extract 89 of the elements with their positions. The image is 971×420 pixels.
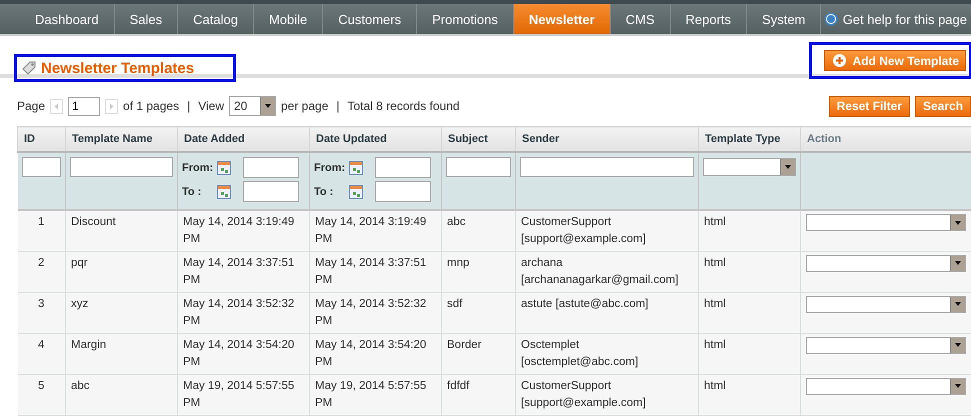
column-header[interactable]: Template Name [66, 126, 178, 152]
nav-tab[interactable]: Mobile [254, 4, 324, 34]
action-select[interactable] [806, 378, 966, 394]
pager-label: Page [17, 99, 46, 113]
table-cell: abc [442, 210, 516, 251]
table-cell: 3 [18, 292, 66, 333]
table-cell: CustomerSupport [support@example.com] [516, 210, 698, 251]
nav-tab[interactable]: Catalog [178, 4, 254, 34]
filter-field[interactable] [70, 157, 173, 177]
column-header[interactable]: Date Added [178, 126, 310, 152]
table-cell: fdfdf [442, 374, 516, 415]
page-title: Newsletter Templates [41, 60, 194, 76]
calendar-icon[interactable] [349, 160, 363, 174]
table-cell: 1 [18, 210, 66, 251]
date-label: To : [314, 186, 334, 198]
calendar-icon[interactable] [349, 184, 363, 198]
table-cell: html [698, 210, 800, 251]
nav-tab[interactable]: Newsletter [514, 4, 611, 34]
column-header: Action [800, 126, 971, 152]
filter-field[interactable] [446, 157, 511, 177]
nav-tab[interactable]: System [747, 4, 822, 34]
table-cell: xyz [66, 292, 178, 333]
table-cell: 4 [18, 333, 66, 374]
table-cell: Osctemplet [osctemplet@abc.com] [516, 333, 698, 374]
date-label: To : [182, 186, 202, 198]
table-cell: html [698, 333, 800, 374]
date-label: From: [314, 162, 346, 174]
nav-tab[interactable]: Sales [114, 4, 178, 34]
table-cell: astute [astute@abc.com] [516, 292, 698, 333]
table-cell: abc [66, 374, 178, 415]
table-cell: html [698, 374, 800, 415]
table-cell: CustomerSupport [support@example.com] [516, 374, 698, 415]
table-cell: html [698, 251, 800, 292]
table-cell: May 14, 2014 3:54:20 PM [178, 333, 310, 374]
plus-icon [832, 54, 846, 67]
nav-tab[interactable]: Dashboard [20, 4, 115, 34]
filter-field[interactable] [520, 157, 694, 177]
action-select[interactable] [806, 214, 966, 231]
table-cell: May 19, 2014 5:57:55 PM [310, 374, 442, 415]
table-cell: May 14, 2014 3:54:20 PM [310, 333, 442, 374]
help-icon [824, 12, 838, 26]
table-cell: 5 [18, 374, 66, 415]
filter-field[interactable] [22, 157, 61, 177]
table-cell: 2 [18, 251, 66, 292]
table-cell: May 14, 2014 3:19:49 PM [310, 210, 442, 251]
table-cell: pqr [66, 251, 178, 292]
date-label: From: [182, 162, 214, 174]
action-select[interactable] [806, 254, 966, 272]
column-header[interactable]: Template Type [698, 126, 800, 152]
column-header[interactable]: ID [18, 126, 66, 152]
date-field[interactable] [375, 157, 431, 178]
table-cell: mnp [442, 251, 516, 292]
table-cell: May 14, 2014 3:52:32 PM [310, 292, 442, 333]
separator: | [336, 99, 340, 113]
pager-label: of 1 pages [123, 99, 180, 113]
date-field[interactable] [243, 181, 299, 202]
table-cell: Border [442, 333, 516, 374]
table-cell: html [698, 292, 800, 333]
next-page-icon[interactable] [105, 98, 118, 114]
table-cell: archana [archananagarkar@gmail.com] [516, 251, 698, 292]
column-header[interactable]: Sender [516, 126, 698, 152]
calendar-icon[interactable] [217, 160, 231, 174]
action-select[interactable] [806, 336, 966, 354]
separator: | [187, 99, 190, 113]
table-cell: Margin [66, 333, 178, 374]
date-field[interactable] [375, 181, 431, 202]
per-page-select[interactable]: 20 [229, 96, 276, 116]
date-field[interactable] [243, 157, 299, 178]
table-cell: May 14, 2014 3:37:51 PM [178, 251, 310, 292]
table-cell: May 14, 2014 3:52:32 PM [178, 292, 310, 333]
table-cell: Discount [66, 210, 178, 251]
pager-label: per page [281, 99, 328, 113]
action-select[interactable] [806, 296, 966, 312]
calendar-icon[interactable] [217, 184, 231, 198]
table-cell: May 19, 2014 5:57:55 PM [178, 374, 310, 415]
column-header[interactable]: Subject [442, 126, 516, 152]
type-filter-select[interactable] [703, 158, 796, 176]
table-cell: sdf [442, 292, 516, 333]
nav-tab[interactable]: Customers [323, 4, 418, 34]
table-cell: May 14, 2014 3:37:51 PM [310, 251, 442, 292]
nav-tab[interactable]: CMS [610, 4, 670, 34]
nav-tab[interactable]: Reports [670, 4, 748, 34]
help-link[interactable]: Get help for this page [824, 4, 971, 34]
column-header[interactable]: Date Updated [310, 126, 442, 152]
previous-page-icon[interactable] [50, 98, 64, 114]
page-field[interactable]: 1 [68, 96, 100, 116]
record-count: Total 8 records found [348, 99, 460, 113]
table-cell: May 14, 2014 3:19:49 PM [178, 210, 310, 251]
pager-label: View [198, 99, 224, 113]
